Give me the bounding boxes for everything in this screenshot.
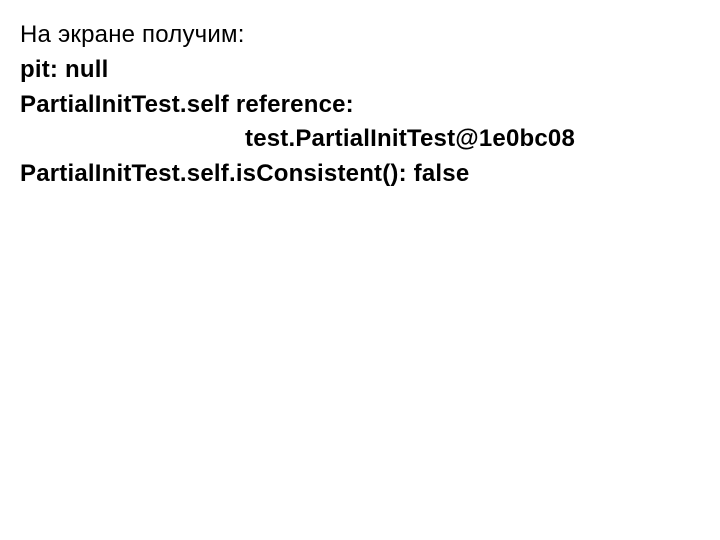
output-line-2: PartialInitTest.self reference: <box>20 88 700 123</box>
output-line-3: test.PartialInitTest@1e0bc08 <box>20 122 700 157</box>
output-line-4: PartialInitTest.self.isConsistent(): fal… <box>20 157 700 192</box>
output-line-1: pit: null <box>20 53 700 88</box>
intro-text: На экране получим: <box>20 18 700 53</box>
